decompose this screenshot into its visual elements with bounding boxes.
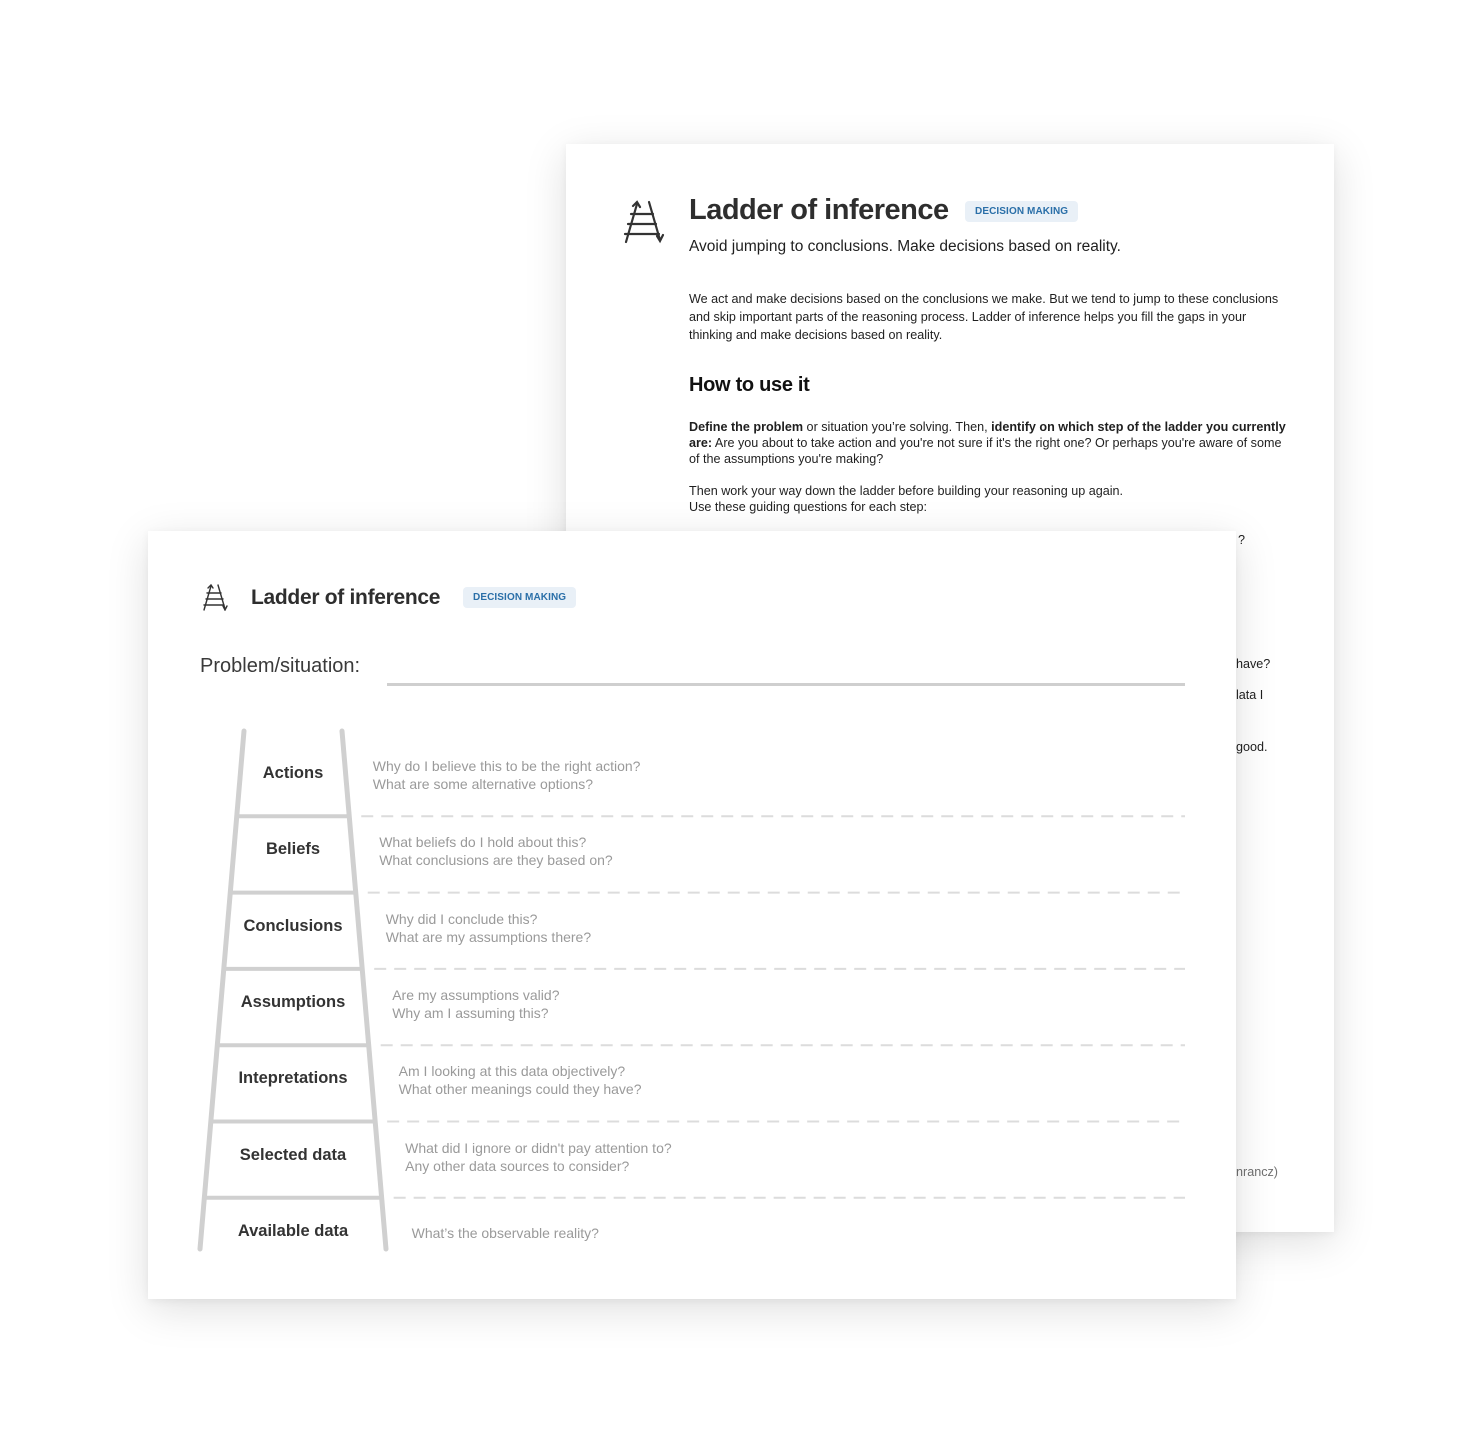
- front-worksheet-page: Ladder of inference DECISION MAKING Prob…: [148, 531, 1236, 1299]
- guiding-questions[interactable]: What did I ignore or didn't pay attentio…: [405, 1139, 672, 1175]
- guiding-questions[interactable]: What’s the observable reality?: [412, 1224, 599, 1242]
- guiding-questions[interactable]: What beliefs do I hold about this? What c…: [379, 833, 612, 869]
- text-span: or situation you’re solving. Then,: [803, 420, 992, 434]
- step-label: Assumptions: [240, 993, 346, 1012]
- problem-input[interactable]: [387, 657, 1185, 686]
- category-badge: DECISION MAKING: [965, 201, 1079, 222]
- question-line: Why do I believe this to be the right ac…: [372, 758, 641, 775]
- ladder-icon: [203, 583, 228, 611]
- question-line: Why did I conclude this?: [385, 910, 538, 927]
- partial-text-fragment: good.: [1236, 740, 1268, 754]
- step-label: Beliefs: [265, 840, 321, 859]
- back-page-subtitle: Avoid jumping to conclusions. Make decis…: [689, 238, 1121, 255]
- question-line: What beliefs do I hold about this?: [379, 834, 587, 851]
- question-line: What are my assumptions there?: [385, 928, 592, 945]
- partial-text-fragment: ?: [1238, 533, 1246, 547]
- step-label: Intepretations: [238, 1069, 348, 1088]
- question-line: What are some alternative options?: [372, 776, 593, 793]
- guide-line-2: Use these guiding questions for each ste…: [689, 500, 928, 514]
- question-line: Why am I assuming this?: [392, 1005, 549, 1022]
- guiding-questions[interactable]: Why did I conclude this? What are my assu…: [386, 910, 591, 946]
- step-label: Conclusions: [243, 916, 343, 935]
- partial-credit-fragment: nrancz): [1236, 1165, 1278, 1179]
- bold-define-problem: Define the problem: [689, 420, 804, 434]
- step-label: Selected data: [239, 1145, 347, 1164]
- guiding-questions[interactable]: Are my assumptions valid? Why am I assumi…: [392, 986, 559, 1022]
- question-line: What other meanings could they have?: [398, 1081, 642, 1098]
- front-page-title: Ladder of inference: [251, 586, 441, 609]
- question-line: Am I looking at this data objectively?: [398, 1063, 626, 1080]
- question-line: What did I ignore or didn't pay attentio…: [405, 1139, 672, 1156]
- ladder-diagram: [197, 728, 1185, 1252]
- ladder-icon: [623, 200, 665, 244]
- partial-text-fragment: lata I: [1236, 688, 1264, 702]
- ladder-left-rail: [197, 728, 247, 1252]
- how-to-heading: How to use it: [689, 374, 810, 396]
- ladder-right-rail: [339, 728, 389, 1252]
- step-label: Actions: [262, 764, 324, 783]
- question-line: Any other data sources to consider?: [405, 1157, 630, 1174]
- step-label: Available data: [237, 1221, 349, 1240]
- guiding-questions[interactable]: Am I looking at this data objectively? Wh…: [399, 1062, 642, 1098]
- guide-paragraph: Then work your way down the ladder befor…: [689, 483, 1289, 515]
- guide-line-1: Then work your way down the ladder befor…: [689, 484, 1124, 498]
- partial-text-fragment: have?: [1236, 657, 1271, 671]
- intro-paragraph: We act and make decisions based on the c…: [689, 292, 1279, 342]
- text-span: Are you about to take action and you're …: [689, 436, 1282, 466]
- category-badge: DECISION MAKING: [463, 587, 577, 608]
- question-line: What conclusions are they based on?: [379, 852, 613, 869]
- problem-label: Problem/situation:: [200, 655, 361, 677]
- question-line: What’s the observable reality?: [411, 1224, 599, 1241]
- back-page-title: Ladder of inference: [689, 194, 949, 226]
- guiding-questions[interactable]: Why do I believe this to be the right ac…: [373, 757, 641, 793]
- question-line: Are my assumptions valid?: [392, 987, 560, 1004]
- instructions-paragraph: Define the problem or situation you’re s…: [689, 419, 1289, 467]
